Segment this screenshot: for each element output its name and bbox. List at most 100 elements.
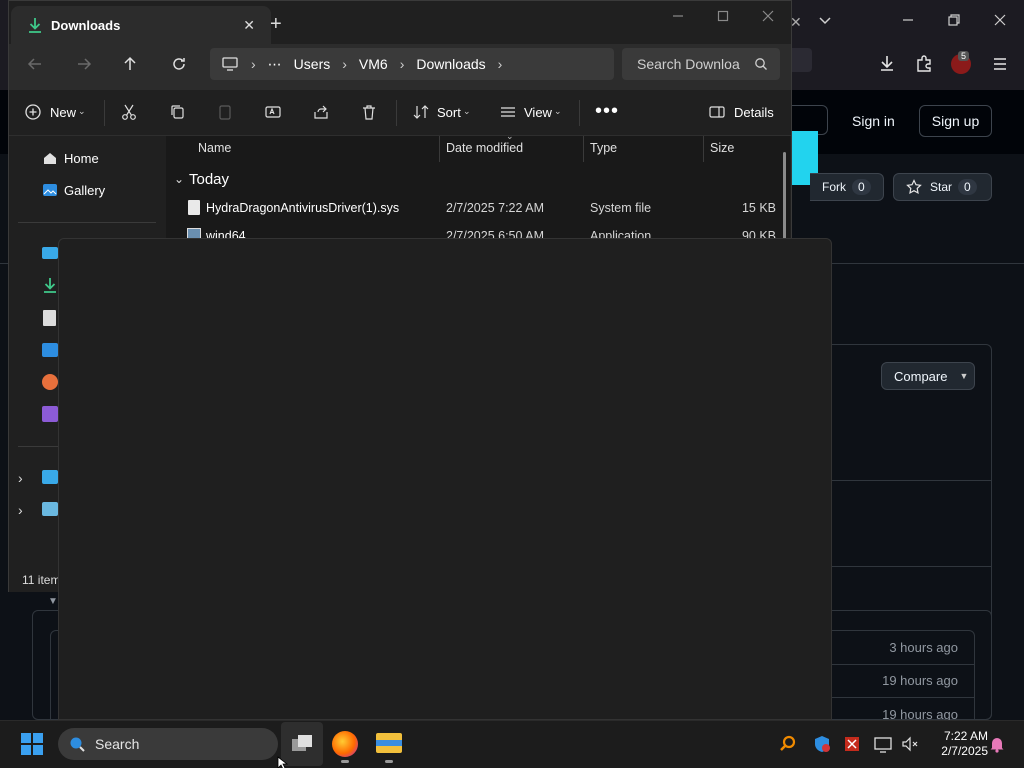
- file-name: HydraDragonAntivirusDriver(1).sys: [206, 201, 400, 215]
- sign-up-button[interactable]: Sign up: [919, 105, 992, 137]
- blank-window[interactable]: [58, 238, 832, 720]
- divider: [832, 480, 992, 481]
- downloads-icon[interactable]: [877, 53, 897, 73]
- browser-restore-icon[interactable]: [944, 10, 964, 30]
- menu-icon[interactable]: [990, 54, 1010, 74]
- details-button[interactable]: Details: [734, 105, 774, 120]
- clock[interactable]: 7:22 AM 2/7/2025: [926, 729, 988, 759]
- fork-label: Fork: [822, 180, 846, 194]
- running-indicator: [341, 760, 349, 763]
- defender-tray-icon[interactable]: [812, 734, 832, 754]
- browser-close-icon[interactable]: [990, 10, 1010, 30]
- scrollbar[interactable]: [783, 152, 786, 242]
- column-header-type[interactable]: Type: [590, 141, 617, 155]
- breadcrumb-downloads[interactable]: Downloads: [410, 56, 491, 72]
- firefox-icon[interactable]: [332, 731, 358, 757]
- divider: [18, 222, 156, 223]
- back-icon[interactable]: [25, 54, 45, 74]
- new-button[interactable]: New: [50, 105, 76, 120]
- new-tab-icon[interactable]: +: [270, 13, 282, 36]
- table-row[interactable]: wind64 2/7/2025 6:50 AM Application 90 K…: [166, 222, 782, 238]
- downloads-nav-icon[interactable]: [42, 277, 58, 293]
- compare-button[interactable]: Compare ▼: [881, 362, 975, 390]
- explorer-maximize-icon[interactable]: [713, 6, 733, 26]
- divider: [832, 566, 992, 567]
- videos-icon[interactable]: [42, 406, 58, 422]
- refresh-icon[interactable]: [169, 54, 189, 74]
- start-icon[interactable]: [20, 732, 44, 756]
- delete-icon[interactable]: [360, 103, 380, 123]
- search-input[interactable]: Search Downloa: [622, 48, 780, 80]
- browser-urlbar[interactable]: [792, 48, 812, 72]
- star-button[interactable]: Star 0: [893, 173, 992, 201]
- folder-stripe: [376, 740, 402, 746]
- documents-icon[interactable]: [43, 310, 56, 326]
- up-icon[interactable]: [120, 54, 140, 74]
- browser-minimize-icon[interactable]: [898, 10, 918, 30]
- fork-button[interactable]: Fork 0: [810, 173, 884, 201]
- forward-icon[interactable]: [74, 54, 94, 74]
- breadcrumb-vm6[interactable]: VM6: [353, 56, 394, 72]
- this-pc-nav-icon[interactable]: [42, 470, 58, 484]
- share-icon[interactable]: [312, 103, 332, 123]
- breadcrumb-chevron-icon[interactable]: ›: [245, 56, 262, 72]
- notification-bell-icon[interactable]: [987, 734, 1007, 754]
- tab-close-icon[interactable]: ✕: [243, 17, 255, 34]
- copy-icon[interactable]: [168, 103, 188, 123]
- this-pc-icon: [222, 57, 238, 71]
- clock-time: 7:22 AM: [943, 729, 988, 743]
- explorer-close-icon[interactable]: [758, 6, 778, 26]
- view-icon[interactable]: [499, 103, 519, 123]
- explorer-minimize-icon[interactable]: [668, 6, 688, 26]
- download-folder-icon: [29, 18, 41, 33]
- sort-button[interactable]: Sort: [437, 105, 461, 120]
- cut-icon[interactable]: [120, 103, 140, 123]
- desktop-icon[interactable]: [42, 247, 58, 259]
- pictures-icon[interactable]: [42, 343, 58, 357]
- extensions-icon[interactable]: [914, 53, 934, 73]
- file-date: 2/7/2025 6:50 AM: [446, 229, 544, 238]
- group-collapse-icon[interactable]: ⌄: [174, 172, 184, 186]
- taskview-icon: [290, 733, 314, 755]
- app-tray-icon[interactable]: [842, 734, 862, 754]
- browser-tab-list-icon[interactable]: [817, 12, 833, 28]
- breadcrumb-chevron-icon[interactable]: ›: [394, 56, 411, 72]
- expand-chevron-icon[interactable]: ›: [18, 470, 23, 486]
- chevron-down-icon[interactable]: ⌄: [463, 106, 471, 117]
- hydradragon-tray-icon[interactable]: [778, 734, 798, 754]
- mouse-cursor-icon: [277, 756, 289, 768]
- nav-home[interactable]: Home: [42, 150, 99, 166]
- group-header[interactable]: Today: [189, 171, 229, 188]
- column-header-name[interactable]: Name: [198, 141, 231, 155]
- gallery-icon: [43, 184, 57, 196]
- file-name: wind64: [206, 229, 246, 238]
- divider: [439, 136, 440, 162]
- rename-icon[interactable]: [264, 103, 284, 123]
- column-header-date[interactable]: Date modified: [446, 141, 523, 155]
- more-options-icon[interactable]: •••: [595, 100, 619, 123]
- breadcrumb-chevron-icon[interactable]: ›: [336, 56, 353, 72]
- chevron-down-icon[interactable]: ⌄: [78, 106, 86, 117]
- divider: [703, 136, 704, 162]
- network-tray-icon[interactable]: [873, 734, 893, 754]
- caret-down-icon[interactable]: ▼: [48, 596, 58, 607]
- address-bar[interactable]: › ⋯ Users › VM6 › Downloads ›: [210, 48, 614, 80]
- new-icon[interactable]: [24, 103, 44, 123]
- network-icon[interactable]: [42, 502, 58, 516]
- taskbar-search[interactable]: Search: [58, 728, 278, 760]
- column-header-size[interactable]: Size: [710, 141, 734, 155]
- sign-in-link[interactable]: Sign in: [852, 113, 895, 129]
- details-pane-icon[interactable]: [708, 103, 728, 123]
- breadcrumb-chevron-icon[interactable]: ›: [492, 56, 509, 72]
- view-button[interactable]: View: [524, 105, 552, 120]
- breadcrumb-users[interactable]: Users: [288, 56, 337, 72]
- expand-chevron-icon[interactable]: ›: [18, 502, 23, 518]
- sort-icon[interactable]: [412, 103, 432, 123]
- paste-icon[interactable]: [216, 103, 236, 123]
- explorer-tab[interactable]: Downloads ✕: [11, 6, 271, 44]
- breadcrumb-more-icon[interactable]: ⋯: [262, 56, 288, 73]
- chevron-down-icon[interactable]: ⌄: [554, 106, 562, 117]
- nav-gallery[interactable]: Gallery: [42, 182, 105, 198]
- music-icon[interactable]: [42, 374, 58, 390]
- volume-muted-icon[interactable]: [900, 734, 920, 754]
